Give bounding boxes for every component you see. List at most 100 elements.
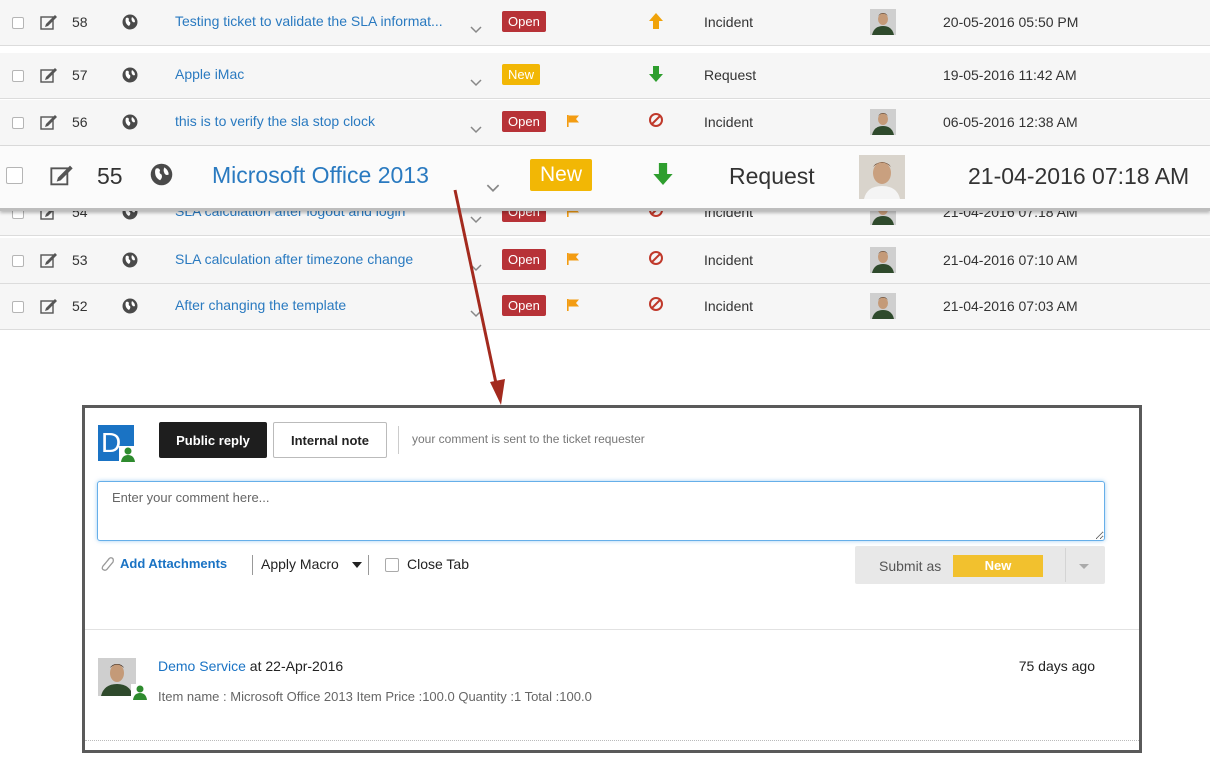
agent-badge-icon	[131, 684, 149, 700]
divider	[85, 629, 1139, 630]
globe-icon	[122, 14, 138, 30]
reply-panel: D Public reply Internal note your commen…	[82, 405, 1142, 753]
chevron-down-icon[interactable]	[470, 79, 482, 87]
ticket-type: Incident	[704, 114, 754, 130]
assignee-avatar	[870, 293, 896, 319]
priority-low-icon	[653, 163, 673, 185]
submit-options-caret-icon[interactable]	[1079, 564, 1089, 569]
ticket-subject-link[interactable]: Apple iMac	[175, 66, 244, 82]
edit-icon[interactable]	[40, 14, 58, 30]
divider	[85, 740, 1139, 742]
chevron-down-icon[interactable]	[470, 264, 482, 272]
priority-none-icon	[649, 113, 663, 127]
comment-input[interactable]	[97, 481, 1105, 541]
add-attachments-link[interactable]: Add Attachments	[120, 556, 227, 571]
edit-icon[interactable]	[50, 164, 74, 186]
ticket-row[interactable]: 56 this is to verify the sla stop clock Op…	[0, 100, 1210, 146]
edit-icon[interactable]	[40, 298, 58, 314]
internal-note-button[interactable]: Internal note	[273, 422, 387, 458]
status-badge: Open	[502, 249, 546, 270]
globe-icon	[150, 163, 173, 186]
divider	[252, 555, 253, 575]
edit-icon[interactable]	[40, 67, 58, 83]
row-checkbox[interactable]	[12, 255, 24, 267]
agent-badge-icon	[119, 446, 137, 462]
ticket-date: 19-05-2016 11:42 AM	[943, 67, 1077, 83]
assignee-avatar	[859, 155, 905, 199]
row-checkbox[interactable]	[6, 167, 23, 184]
flag-icon	[567, 115, 579, 127]
ticket-subject-link[interactable]: Microsoft Office 2013	[212, 162, 429, 189]
row-checkbox[interactable]	[12, 17, 24, 29]
thread-date: at 22-Apr-2016	[245, 658, 344, 674]
public-reply-button[interactable]: Public reply	[159, 422, 267, 458]
ticket-row[interactable]: 57 Apple iMac New Request 19-05-2016 11:42 A…	[0, 53, 1210, 99]
ticket-subject-link[interactable]: this is to verify the sla stop clock	[175, 113, 375, 129]
thread-author-line: Demo Service at 22-Apr-2016	[158, 658, 343, 674]
chevron-down-icon[interactable]	[486, 184, 500, 193]
globe-icon	[122, 298, 138, 314]
submit-as-label[interactable]: Submit as	[879, 558, 941, 574]
ticket-type: Request	[729, 163, 815, 189]
ticket-subject-link[interactable]: Testing ticket to validate the SLA infor…	[175, 13, 443, 29]
highlighted-ticket-row[interactable]: 55 Microsoft Office 2013 New Request 21-…	[0, 146, 1210, 211]
assignee-avatar	[870, 247, 896, 273]
chevron-down-icon[interactable]	[470, 26, 482, 34]
globe-icon	[122, 252, 138, 268]
ticket-row[interactable]: 53 SLA calculation after timezone change O…	[0, 238, 1210, 284]
ticket-type: Incident	[704, 298, 754, 314]
close-tab-checkbox[interactable]	[385, 558, 399, 572]
ticket-date: 20-05-2016 05:50 PM	[943, 14, 1079, 30]
ticket-type: Incident	[704, 14, 754, 30]
ticket-date: 06-05-2016 12:38 AM	[943, 114, 1078, 130]
ticket-row[interactable]: 52 After changing the template Open Inciden…	[0, 284, 1210, 330]
flag-icon	[567, 299, 579, 311]
row-checkbox[interactable]	[12, 70, 24, 82]
thread-body: Item name : Microsoft Office 2013 Item P…	[158, 689, 592, 704]
row-checkbox[interactable]	[12, 117, 24, 129]
reply-hint: your comment is sent to the ticket reque…	[412, 432, 645, 446]
ticket-subject-link[interactable]: After changing the template	[175, 297, 346, 313]
ticket-row[interactable]: 58 Testing ticket to validate the SLA inf…	[0, 0, 1210, 46]
priority-high-icon	[649, 13, 663, 29]
ticket-id: 52	[72, 298, 88, 314]
edit-icon[interactable]	[40, 114, 58, 130]
ticket-date: 21-04-2016 07:18 AM	[968, 163, 1190, 189]
status-badge: Open	[502, 295, 546, 316]
ticket-id: 57	[72, 67, 88, 83]
ticket-id: 55	[97, 163, 123, 189]
apply-macro-dropdown[interactable]: Apply Macro	[261, 556, 339, 572]
ticket-id: 58	[72, 14, 88, 30]
ticket-type: Request	[704, 67, 757, 83]
chevron-down-icon[interactable]	[470, 126, 482, 134]
status-badge: New	[502, 64, 541, 85]
chevron-down-icon[interactable]	[470, 310, 482, 318]
status-badge: Open	[502, 11, 546, 32]
divider	[368, 555, 369, 575]
edit-icon[interactable]	[40, 252, 58, 268]
ticket-subject-link[interactable]: SLA calculation after timezone change	[175, 251, 413, 267]
globe-icon	[122, 67, 138, 83]
ticket-date: 21-04-2016 07:03 AM	[943, 298, 1078, 314]
flag-icon	[567, 253, 579, 265]
ticket-date: 21-04-2016 07:10 AM	[943, 252, 1078, 268]
divider	[1065, 548, 1066, 582]
divider	[398, 426, 399, 454]
paperclip-icon[interactable]	[99, 556, 115, 572]
row-checkbox[interactable]	[12, 301, 24, 313]
submit-status-badge[interactable]: New	[953, 555, 1043, 577]
ticket-id: 56	[72, 114, 88, 130]
assignee-avatar	[870, 109, 896, 135]
chevron-down-icon[interactable]	[470, 216, 482, 224]
globe-icon	[122, 114, 138, 130]
priority-none-icon	[649, 251, 663, 265]
thread-relative-time: 75 days ago	[1018, 658, 1095, 674]
close-tab-label: Close Tab	[407, 556, 470, 572]
priority-none-icon	[649, 297, 663, 311]
author-link[interactable]: Demo Service	[158, 658, 246, 674]
assignee-avatar	[870, 9, 896, 35]
ticket-type: Incident	[704, 252, 754, 268]
status-badge: Open	[502, 111, 546, 132]
ticket-id: 53	[72, 252, 88, 268]
caret-down-icon[interactable]	[352, 562, 362, 568]
